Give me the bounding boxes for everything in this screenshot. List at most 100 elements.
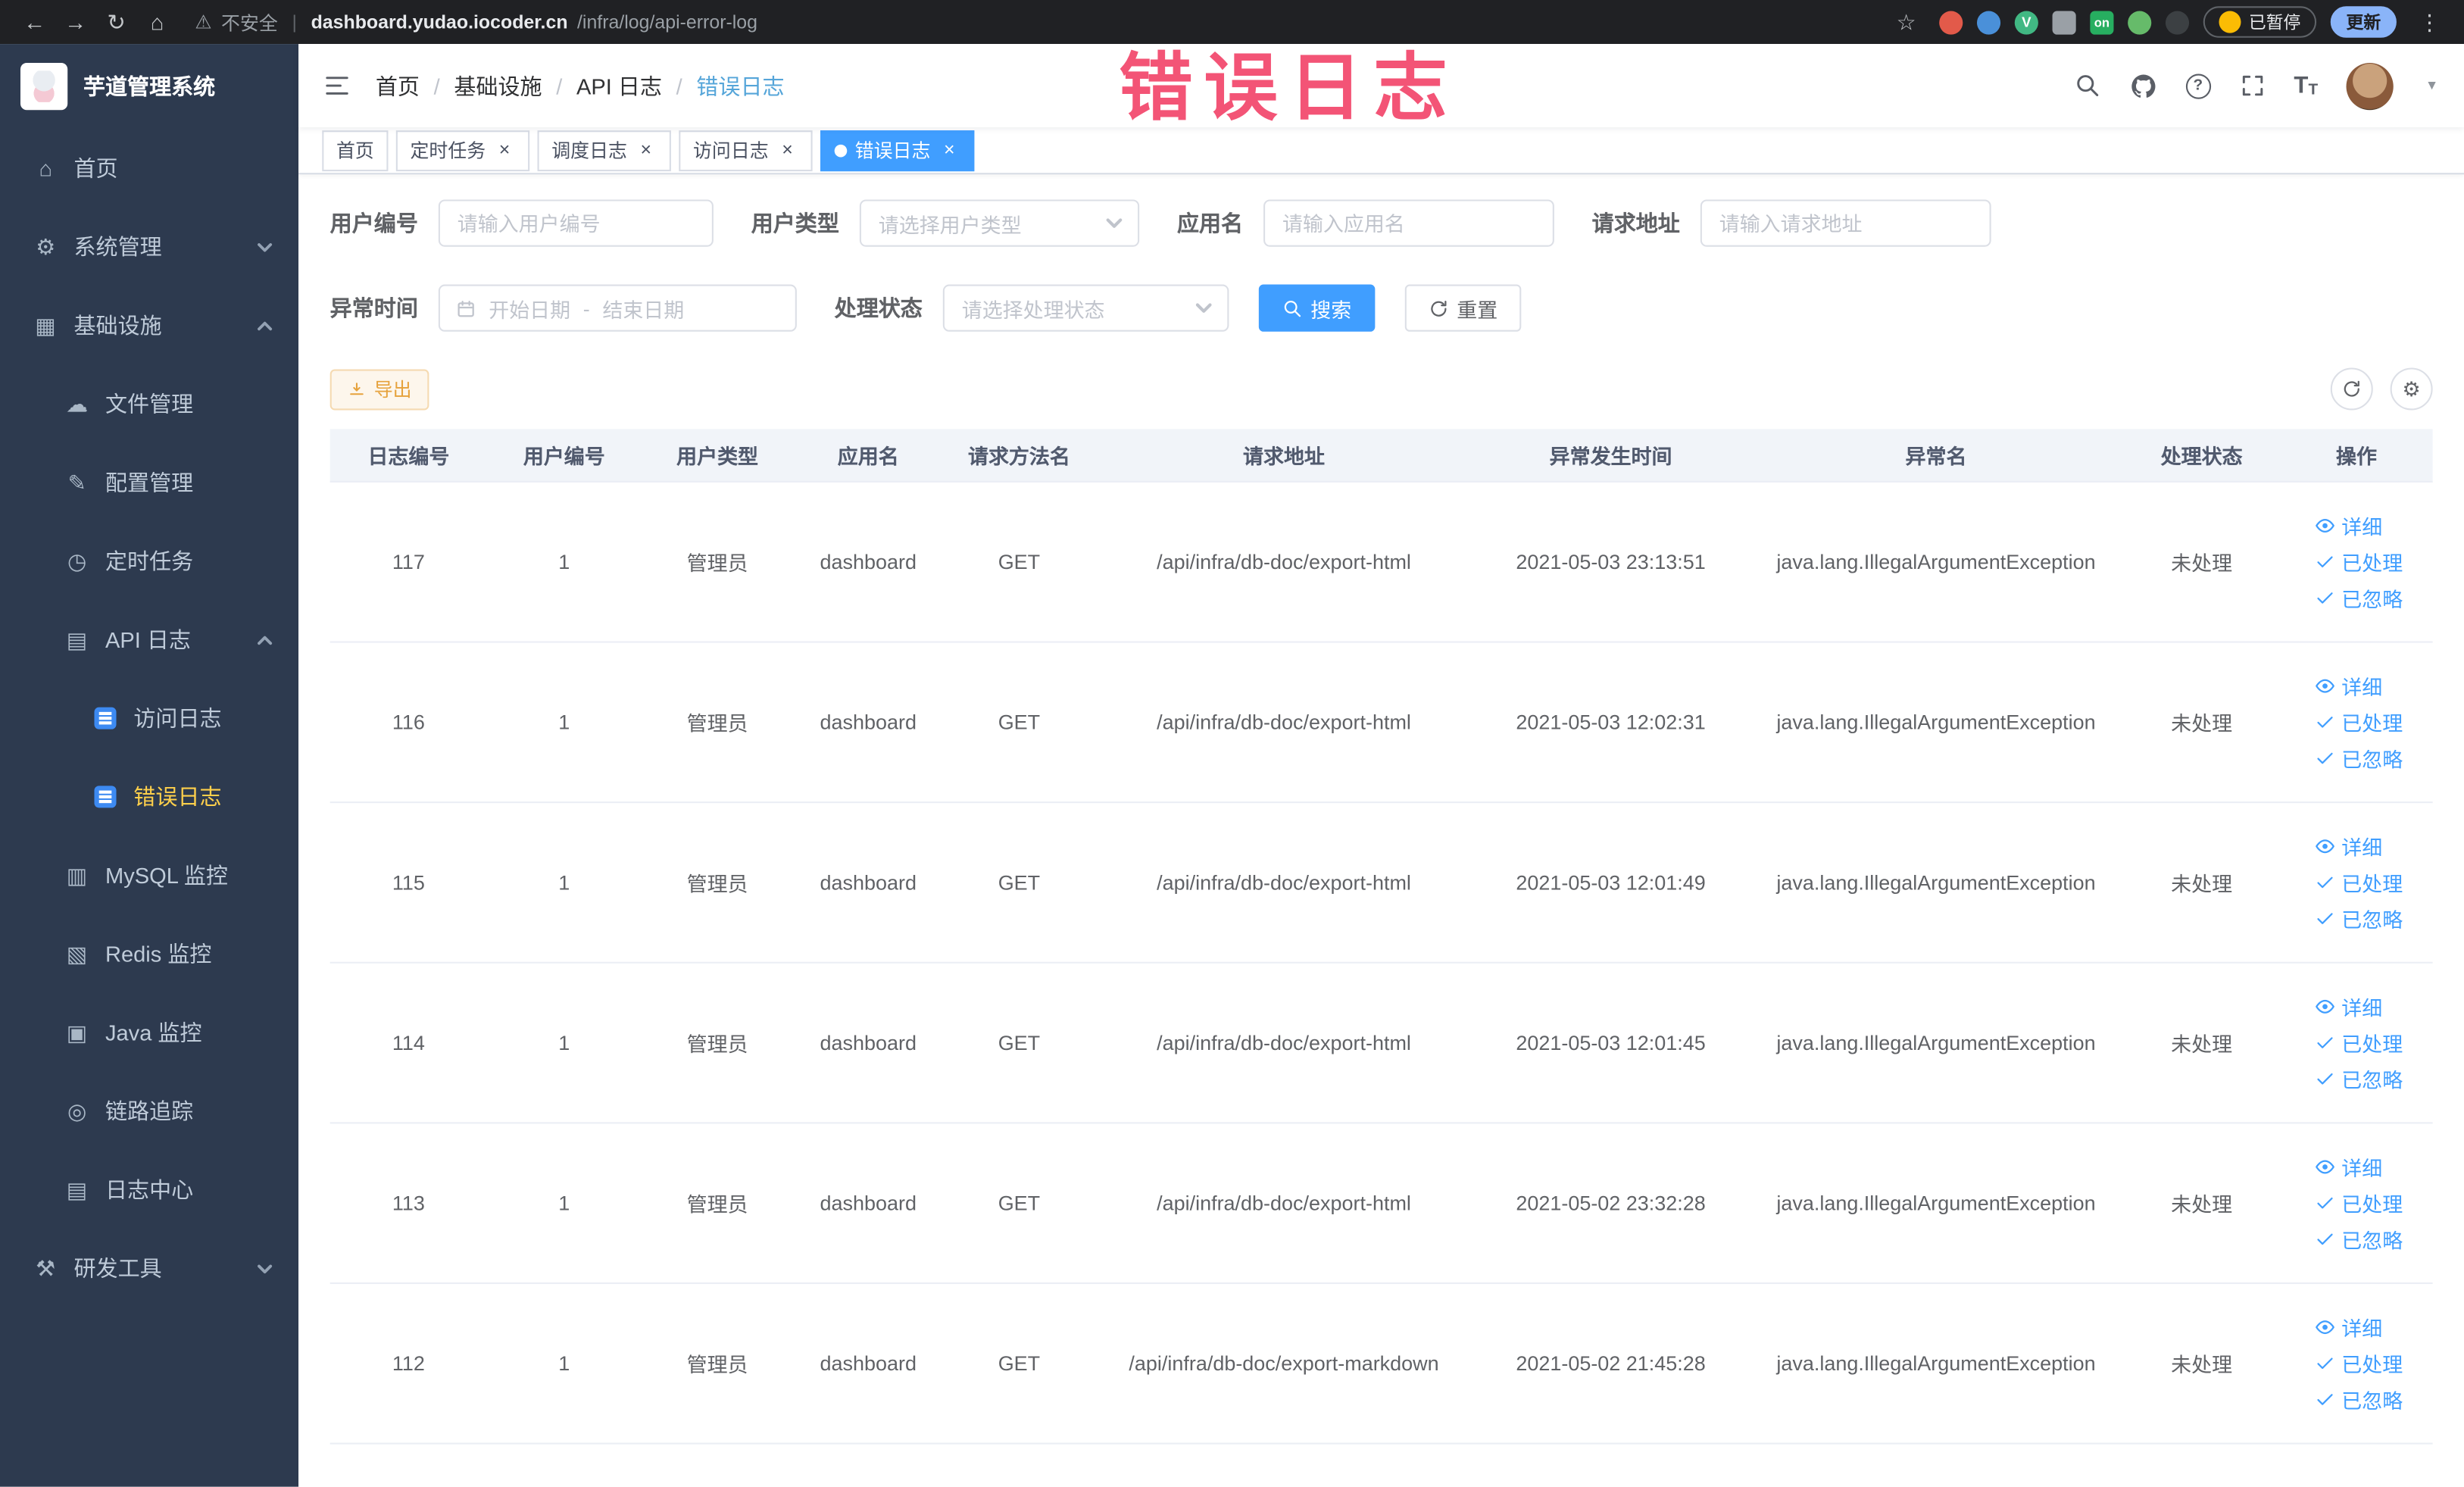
request-url-input[interactable]: [1700, 199, 1991, 247]
search-button[interactable]: 搜索: [1258, 284, 1376, 332]
browser-back-icon[interactable]: ←: [16, 5, 54, 39]
column-header: 异常名: [1905, 445, 1967, 469]
mark-processed-link[interactable]: 已处理: [2315, 867, 2403, 897]
hamburger-icon[interactable]: [298, 72, 376, 98]
sidebar-item-file-management[interactable]: ☁ 文件管理: [0, 364, 298, 443]
mark-ignored-link[interactable]: 已忽略: [2315, 1224, 2403, 1254]
paused-badge[interactable]: 已暂停: [2203, 6, 2317, 38]
mark-processed-link[interactable]: 已处理: [2315, 1348, 2403, 1378]
detail-link[interactable]: 详细: [2315, 832, 2382, 861]
breadcrumb-item[interactable]: 首页: [376, 70, 420, 101]
sidebar-item-home[interactable]: ⌂ 首页: [0, 129, 298, 208]
browser-reload-icon[interactable]: ↻: [98, 5, 136, 39]
breadcrumb-item[interactable]: 基础设施: [454, 70, 542, 101]
cell-app-name: dashboard: [820, 1031, 917, 1055]
breadcrumb-item[interactable]: API 日志: [576, 70, 662, 101]
app-title: 芋道管理系统: [83, 73, 216, 99]
column-header: 请求方法名: [967, 445, 1070, 469]
close-icon[interactable]: ×: [635, 139, 657, 161]
detail-link[interactable]: 详细: [2315, 1312, 2382, 1342]
close-icon[interactable]: ×: [938, 139, 960, 161]
tab-schedule-log[interactable]: 调度日志 ×: [537, 130, 671, 171]
browser-menu-icon[interactable]: ⋮: [2411, 5, 2449, 39]
extensions-puzzle-icon[interactable]: [2052, 10, 2076, 34]
avatar-caret-icon[interactable]: ▾: [2428, 77, 2435, 95]
app-name-input[interactable]: [1263, 199, 1554, 247]
search-icon[interactable]: [2074, 72, 2100, 98]
filter-row-1: 用户编号 用户类型 请选择用户类型 应用名 请求地址: [330, 199, 2433, 247]
tab-home[interactable]: 首页: [322, 130, 389, 171]
user-type-select[interactable]: 请选择用户类型: [859, 199, 1140, 247]
extension-icon-red[interactable]: [1939, 10, 1963, 34]
table-toolbar: 导出 ⚙: [329, 367, 2433, 411]
exception-time-range-picker[interactable]: 开始日期 - 结束日期: [438, 284, 797, 332]
sidebar-item-system[interactable]: ⚙ 系统管理: [0, 208, 298, 286]
sidebar-item-log-center[interactable]: ▤ 日志中心: [0, 1151, 298, 1229]
bookmark-star-icon[interactable]: ☆: [1888, 5, 1925, 39]
detail-link[interactable]: 详细: [2315, 671, 2382, 701]
mark-processed-link[interactable]: 已处理: [2315, 1028, 2403, 1057]
mark-ignored-link[interactable]: 已忽略: [2315, 1064, 2403, 1094]
font-size-icon[interactable]: TT: [2294, 72, 2318, 98]
sidebar-item-java-monitor[interactable]: ▣ Java 监控: [0, 993, 298, 1072]
detail-link[interactable]: 详细: [2315, 992, 2382, 1021]
mark-ignored-link[interactable]: 已忽略: [2315, 583, 2403, 613]
cell-request-url: /api/infra/db-doc/export-html: [1157, 1031, 1411, 1055]
mark-processed-link[interactable]: 已处理: [2315, 547, 2403, 576]
reset-button[interactable]: 重置: [1404, 284, 1522, 332]
sidebar-item-dev-tools[interactable]: ⚒ 研发工具: [0, 1229, 298, 1307]
user-no-input[interactable]: [438, 199, 714, 247]
mark-ignored-link[interactable]: 已忽略: [2315, 743, 2403, 773]
address-bar[interactable]: ⚠ 不安全 | dashboard.yudao.iocoder.cn/infra…: [195, 8, 757, 35]
export-button[interactable]: 导出: [329, 368, 429, 410]
tab-scheduled-jobs[interactable]: 定时任务 ×: [395, 130, 530, 171]
close-icon[interactable]: ×: [494, 139, 516, 161]
mark-ignored-link[interactable]: 已忽略: [2315, 1385, 2403, 1414]
chrome-update-button[interactable]: 更新: [2330, 6, 2397, 38]
github-icon[interactable]: [2129, 71, 2157, 99]
detail-link[interactable]: 详细: [2315, 1152, 2382, 1182]
cell-actions: 详细 已处理 已忽略: [2280, 671, 2432, 773]
cell-exception-name: java.lang.IllegalArgumentException: [1776, 1191, 2096, 1215]
user-avatar[interactable]: [2346, 61, 2394, 110]
column-settings-button[interactable]: ⚙: [2390, 367, 2433, 411]
app-logo[interactable]: 芋道管理系统: [0, 44, 298, 129]
extension-icon-blue[interactable]: [1976, 10, 2001, 34]
cell-actions: 详细 已处理 已忽略: [2280, 832, 2432, 934]
extension-on-badge[interactable]: on: [2090, 10, 2114, 34]
sidebar-item-api-log[interactable]: ▤ API 日志: [0, 601, 298, 679]
extension-icon-green[interactable]: [2128, 10, 2152, 34]
mark-processed-link[interactable]: 已处理: [2315, 1188, 2403, 1217]
status-select[interactable]: 请选择处理状态: [942, 284, 1229, 332]
vue-devtools-icon[interactable]: V: [2014, 10, 2038, 34]
filter-label-status: 处理状态: [834, 295, 923, 321]
sidebar-item-redis-monitor[interactable]: ▧ Redis 监控: [0, 914, 298, 993]
sidebar-item-mysql-monitor[interactable]: ▥ MySQL 监控: [0, 836, 298, 915]
tab-error-log[interactable]: 错误日志 ×: [820, 130, 975, 171]
sidebar-item-config-management[interactable]: ✎ 配置管理: [0, 443, 298, 522]
sidebar-item-scheduled-jobs[interactable]: ◷ 定时任务: [0, 522, 298, 601]
sidebar-item-label: 首页: [73, 155, 118, 181]
mark-processed-link[interactable]: 已处理: [2315, 708, 2403, 737]
browser-forward-icon[interactable]: →: [57, 5, 95, 39]
cell-app-name: dashboard: [820, 710, 917, 734]
sidebar-item-infrastructure[interactable]: ▦ 基础设施: [0, 286, 298, 365]
sidebar-item-tracing[interactable]: ◎ 链路追踪: [0, 1072, 298, 1151]
sidebar-item-error-log[interactable]: 错误日志: [0, 758, 298, 836]
browser-home-icon[interactable]: ⌂: [139, 5, 176, 39]
sidebar-item-access-log[interactable]: 访问日志: [0, 679, 298, 758]
sidebar-item-label: Java 监控: [105, 1020, 202, 1045]
detail-link[interactable]: 详细: [2315, 511, 2382, 540]
extension-icon-paw[interactable]: [2165, 10, 2190, 34]
cell-user-id: 1: [558, 1351, 570, 1376]
check-icon: [2317, 592, 2333, 604]
help-icon[interactable]: ?: [2185, 73, 2211, 98]
sidebar-item-label: 基础设施: [73, 312, 162, 339]
close-icon[interactable]: ×: [776, 139, 798, 161]
cell-user-type: 管理员: [686, 1192, 748, 1217]
sidebar-item-label: 链路追踪: [105, 1098, 194, 1124]
fullscreen-icon[interactable]: [2239, 72, 2266, 98]
mark-ignored-link[interactable]: 已忽略: [2315, 904, 2403, 933]
refresh-button[interactable]: [2330, 367, 2373, 411]
tab-access-log[interactable]: 访问日志 ×: [679, 130, 813, 171]
